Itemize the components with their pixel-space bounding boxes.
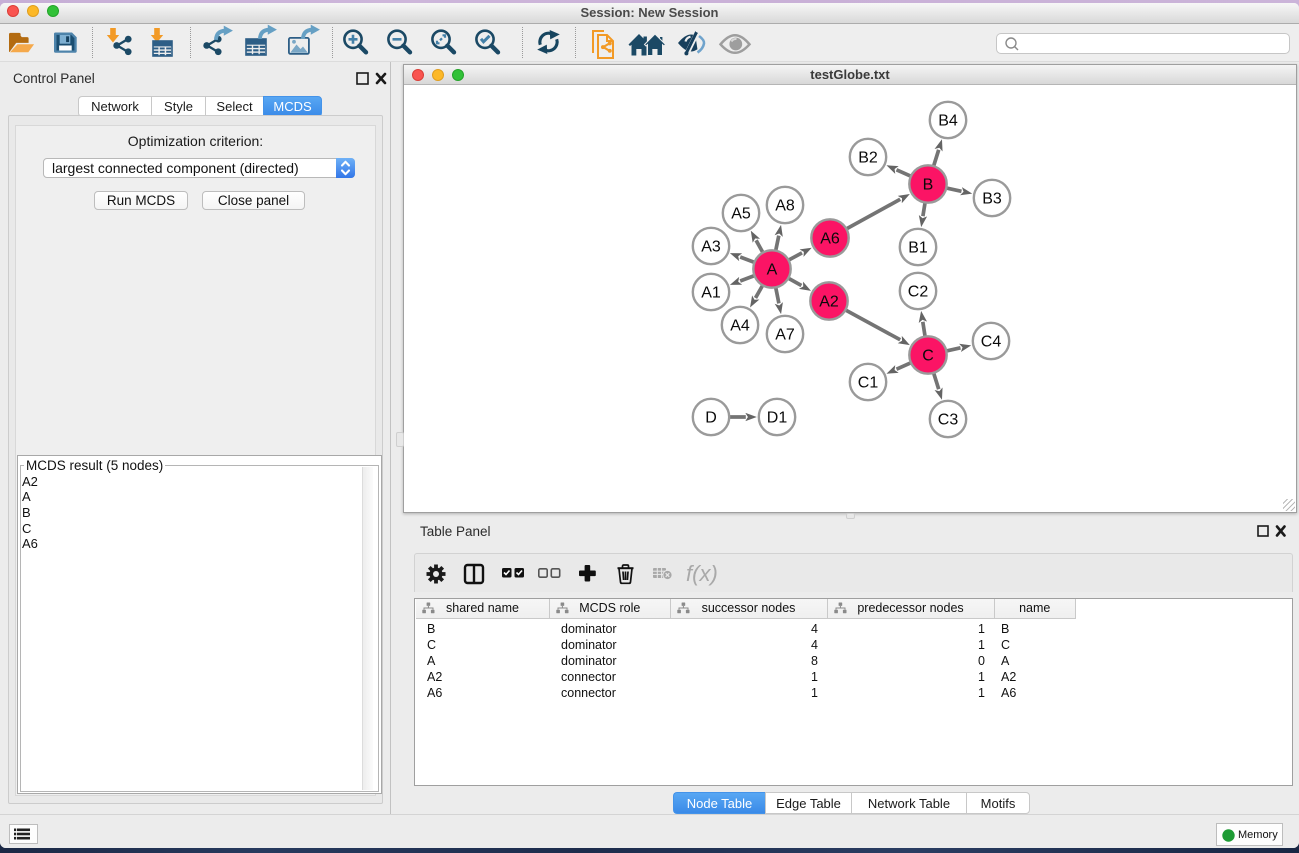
svg-text:C3: C3 [938,412,959,429]
svg-text:B3: B3 [982,191,1002,208]
svg-text:B1: B1 [908,240,928,257]
svg-text:f(x): f(x) [686,561,718,586]
svg-text:A5: A5 [731,206,751,223]
svg-text:B: B [923,177,934,194]
svg-text:C1: C1 [858,375,879,392]
svg-text:A6: A6 [820,231,840,248]
svg-text:A2: A2 [819,294,839,311]
svg-text:D: D [705,410,717,427]
svg-text:A3: A3 [701,239,721,256]
svg-text:B2: B2 [858,150,878,167]
svg-text:A7: A7 [775,327,795,344]
svg-text:D1: D1 [767,410,788,427]
svg-text:A4: A4 [730,318,750,335]
svg-text:A8: A8 [775,198,795,215]
svg-text:C2: C2 [908,284,929,301]
svg-text:C: C [922,348,934,365]
svg-text:A1: A1 [701,285,721,302]
svg-text:C4: C4 [981,334,1002,351]
svg-text:B4: B4 [938,113,958,130]
svg-text:A: A [767,262,778,279]
